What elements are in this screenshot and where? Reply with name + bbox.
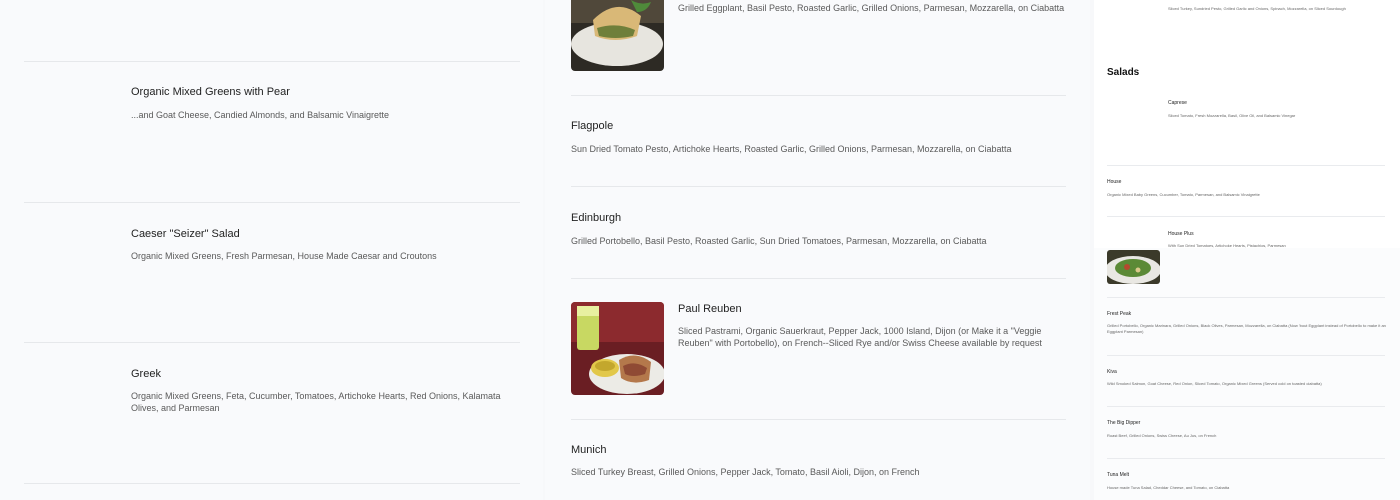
menu-item-description: ...and Goat Cheese, Candied Almonds, and… (131, 110, 389, 120)
menu-item-title: Tuna Melt (1107, 472, 1130, 478)
menu-item-title: House (1107, 179, 1122, 185)
menu-item-description: Sliced Pastrami, Organic Sauerkraut, Pep… (678, 326, 1042, 348)
divider (571, 419, 1066, 420)
divider (24, 342, 520, 343)
menu-item-description: Organic Mixed Greens, Feta, Cucumber, To… (131, 391, 501, 413)
divider (571, 278, 1066, 279)
menu-item-title: Caeser "Seizer" Salad (131, 228, 240, 240)
menu-item-title: Flagpole (571, 120, 614, 132)
menu-item-title: Frest Peak (1107, 311, 1132, 317)
menu-item-description: Grilled Portobello, Organic Marinara, Gr… (1107, 323, 1386, 334)
menu-item-title: Organic Mixed Greens with Pear (131, 86, 290, 98)
divider (1107, 165, 1385, 166)
menu-item-title: Edinburgh (571, 212, 622, 224)
menu-item-description: Sliced Turkey Breast, Grilled Onions, Pe… (571, 467, 920, 477)
menu-preview-panel: Sliced Turkey, Sundried Pesto, Grilled G… (1094, 0, 1400, 500)
divider (571, 186, 1066, 187)
menu-item-description: House made Tuna Salad, Cheddar Cheese, a… (1107, 485, 1230, 490)
salad-list-panel: Organic Mixed Greens with Pear ...and Go… (0, 0, 543, 500)
menu-item-title: Greek (131, 368, 161, 380)
section-title: Salads (1107, 67, 1140, 78)
menu-item-description: Grilled Portobello, Basil Pesto, Roasted… (571, 236, 987, 246)
divider (1107, 458, 1385, 459)
menu-item-title: Munich (571, 444, 607, 456)
sandwich-photo (571, 0, 664, 71)
divider (24, 61, 520, 62)
divider (1107, 216, 1385, 217)
salad-photo (1107, 250, 1160, 284)
menu-item-description: Roast Beef, Grilled Onions, Swiss Cheese… (1107, 433, 1217, 438)
menu-item-description: Organic Mixed Greens, Fresh Parmesan, Ho… (131, 251, 437, 261)
menu-item-description: Sun Dried Tomato Pesto, Artichoke Hearts… (571, 144, 1012, 154)
divider (24, 483, 520, 484)
divider (24, 202, 520, 203)
menu-item-description: Wild Smoked Salmon, Goat Cheese, Red Oni… (1107, 381, 1322, 386)
divider (1107, 297, 1385, 298)
divider (571, 95, 1066, 96)
menu-item-title: Caprese (1168, 100, 1187, 106)
sandwich-photo (571, 302, 664, 395)
sandwich-list-panel: Grilled Eggplant, Basil Pesto, Roasted G… (545, 0, 1090, 500)
menu-item-description: Sliced Turkey, Sundried Pesto, Grilled G… (1168, 6, 1346, 11)
menu-item-title: Paul Reuben (678, 303, 742, 315)
divider (1107, 355, 1385, 356)
menu-item-title: Kiva (1107, 369, 1117, 375)
menu-item-title: House Plus (1168, 231, 1194, 237)
menu-item-description: Grilled Eggplant, Basil Pesto, Roasted G… (678, 3, 1065, 13)
preview-background (1094, 0, 1400, 248)
menu-item-description: Organic Mixed Baby Greens, Cucumber, Tom… (1107, 192, 1260, 197)
menu-item-title: The Big Dipper (1107, 420, 1141, 426)
divider (1107, 406, 1385, 407)
menu-item-description: With Sun Dried Tomatoes, Artichoke Heart… (1168, 243, 1286, 248)
menu-item-description: Sliced Tomato, Fresh Mozzarella, Basil, … (1168, 113, 1296, 118)
